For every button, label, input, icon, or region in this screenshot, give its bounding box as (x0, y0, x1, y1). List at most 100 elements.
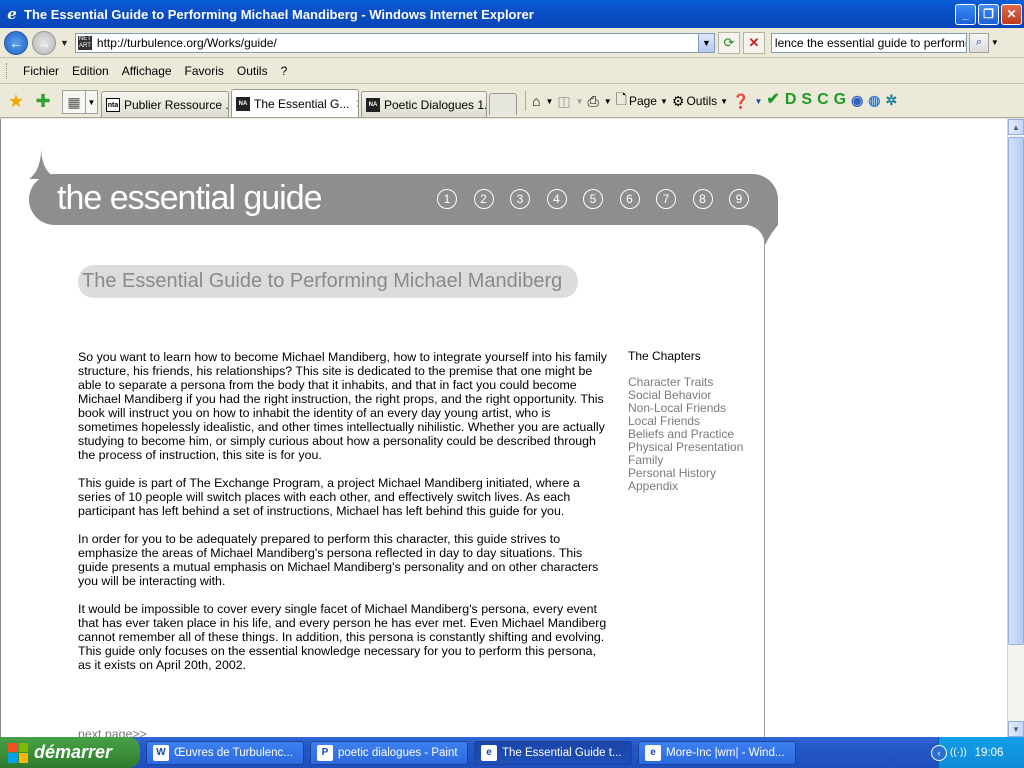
scroll-thumb[interactable] (1008, 137, 1024, 645)
nta-favicon-icon: nta (106, 97, 120, 112)
refresh-button[interactable]: ⟳ (717, 31, 740, 54)
addon-c-button[interactable]: C (817, 88, 829, 112)
chapters-nav: The Chapters Character Traits Social Beh… (628, 350, 743, 493)
page-menu-button[interactable]: 🗋 Page ▼ (616, 89, 668, 113)
clock[interactable]: 19:06 (975, 747, 1004, 759)
feeds-button[interactable]: ◫ ▼ (557, 89, 583, 113)
chapter-8-link[interactable]: 8 (692, 189, 713, 209)
page-icon: 🗋 (615, 91, 627, 107)
home-button[interactable]: ⌂ ▼ (532, 89, 553, 113)
tab-bar: ★ ✚ ▦ ▼ nta Publier Ressource ... NA The… (0, 85, 1024, 118)
chapter-4-link[interactable]: 4 (546, 189, 567, 209)
menu-view[interactable]: Affichage (116, 64, 178, 78)
menu-file[interactable]: Fichier (17, 64, 65, 78)
chapter-5-link[interactable]: 5 (583, 189, 603, 209)
vertical-scrollbar[interactable]: ▲ ▼ (1007, 119, 1024, 737)
add-favorite-icon[interactable]: ✚ (32, 90, 54, 112)
page-viewport[interactable]: the essential guide 1 2 3 4 5 6 7 8 9 Th… (0, 119, 1007, 737)
favorites-star-icon[interactable]: ★ (5, 90, 27, 112)
tab-label: Poetic Dialogues 1.0 (384, 97, 487, 112)
paragraph: So you want to learn how to become Micha… (78, 350, 607, 462)
tab-poetic-dialogues[interactable]: NA Poetic Dialogues 1.0 (361, 91, 487, 117)
tray-expand-icon[interactable]: ‹ (931, 744, 947, 761)
network-icon[interactable]: ((·)) (950, 747, 967, 758)
addon-s-button[interactable]: S (801, 88, 812, 112)
extension-addon-icon[interactable]: ✲ (886, 88, 898, 112)
page-title: The Essential Guide to Performing Michae… (78, 265, 578, 298)
next-page-link[interactable]: next page>> (78, 727, 147, 737)
windows-taskbar: démarrer W Œuvres de Turbulenc... P poet… (0, 737, 1024, 768)
menu-bar: Fichier Edition Affichage Favoris Outils… (0, 59, 1024, 84)
globe-addon-icon[interactable]: ◉ (851, 88, 863, 112)
paragraph: In order for you to be adequately prepar… (78, 532, 599, 588)
search-dropdown-icon[interactable]: ▼ (991, 38, 1003, 47)
toolbar-separator (525, 91, 526, 111)
history-dropdown-icon[interactable]: ▼ (60, 38, 69, 48)
chapter-6-link[interactable]: 6 (619, 189, 640, 209)
taskbar-item-paint[interactable]: P poetic dialogues - Paint (310, 740, 468, 765)
chapter-7-link[interactable]: 7 (656, 189, 676, 209)
toolbar-grip[interactable] (6, 63, 9, 79)
search-icon[interactable]: ⌕ (968, 32, 989, 53)
address-toolbar: ← → ▼ NET ART http://turbulence.org/Works… (0, 28, 1024, 58)
chapter-number-nav: 1 2 3 4 5 6 7 8 9 (437, 189, 766, 209)
tab-label: Publier Ressource ... (124, 97, 229, 112)
paint-icon: P (317, 744, 333, 761)
window-titlebar[interactable]: e The Essential Guide to Performing Mich… (0, 0, 1024, 28)
menu-favorites[interactable]: Favoris (179, 64, 230, 78)
task-label: poetic dialogues - Paint (338, 746, 458, 759)
task-label: The Essential Guide t... (502, 746, 622, 759)
task-label: Œuvres de Turbulenc... (174, 746, 293, 759)
help-icon: ❓ (732, 92, 750, 109)
checkmark-addon-icon[interactable]: ✔ (766, 88, 779, 112)
site-logo-text: the essential guide (57, 179, 323, 217)
search-input[interactable]: lence the essential guide to performing (770, 32, 967, 53)
word-icon: W (153, 744, 169, 761)
ie-icon: e (481, 744, 497, 761)
quick-tabs-icon[interactable]: ▦ (62, 90, 86, 114)
intro-text: So you want to learn how to become Micha… (78, 350, 612, 686)
stop-button[interactable]: ✕ (742, 31, 765, 54)
address-url[interactable]: http://turbulence.org/Works/guide/ (97, 36, 698, 50)
menu-tools[interactable]: Outils (231, 64, 274, 78)
taskbar-item-essential-guide[interactable]: e The Essential Guide t... (474, 740, 632, 765)
chapter-9-link[interactable]: 9 (729, 189, 749, 209)
taskbar-item-oeuvres[interactable]: W Œuvres de Turbulenc... (146, 740, 304, 765)
tools-menu-button[interactable]: ⚙ Outils ▼ (672, 89, 728, 113)
addon-g-button[interactable]: G (834, 88, 846, 112)
chapter-3-link[interactable]: 3 (510, 189, 530, 209)
home-icon: ⌂ (532, 93, 541, 109)
back-button[interactable]: ← (4, 30, 28, 55)
maximize-button[interactable]: ❐ (978, 3, 999, 25)
system-tray: ‹ ((·)) 19:06 (931, 737, 1024, 768)
chapter-2-link[interactable]: 2 (473, 189, 494, 209)
tab-list-dropdown-icon[interactable]: ▼ (86, 90, 98, 114)
taskbar-item-more-inc[interactable]: e More-Inc |wm| - Wind... (638, 740, 796, 765)
print-button[interactable]: ⎙ ▼ (588, 89, 612, 113)
menu-edit[interactable]: Edition (66, 64, 115, 78)
chapter-link-appendix[interactable]: Appendix (628, 480, 743, 493)
scroll-down-button[interactable]: ▼ (1008, 721, 1024, 737)
tab-close-icon[interactable]: ✕ (355, 97, 358, 111)
ie-icon: e (645, 744, 661, 761)
address-input[interactable]: NET ART http://turbulence.org/Works/guide… (74, 32, 715, 53)
forward-button[interactable]: → (32, 30, 56, 55)
world-addon-icon[interactable]: ◍ (868, 88, 880, 112)
tab-essential-guide[interactable]: NA The Essential G... ✕ (231, 89, 359, 117)
tab-publier-ressource[interactable]: nta Publier Ressource ... (101, 91, 229, 117)
tab-label: The Essential G... (254, 96, 350, 111)
chapter-1-link[interactable]: 1 (437, 189, 457, 209)
menu-help[interactable]: ? (275, 64, 294, 78)
new-tab-button[interactable] (489, 93, 517, 115)
paragraph: It would be impossible to cover every si… (78, 602, 607, 672)
minimize-button[interactable]: _ (955, 3, 976, 25)
paragraph: This guide is part of The Exchange Progr… (78, 476, 580, 518)
close-button[interactable]: ✕ (1001, 3, 1022, 25)
start-button[interactable]: démarrer (0, 737, 140, 768)
window-title: The Essential Guide to Performing Michae… (24, 6, 534, 22)
printer-icon: ⎙ (587, 92, 599, 109)
help-button[interactable]: ❓ ▼ (732, 89, 762, 113)
address-dropdown-icon[interactable]: ▼ (697, 33, 714, 52)
addon-d-button[interactable]: D (785, 88, 797, 112)
scroll-up-button[interactable]: ▲ (1008, 119, 1024, 135)
